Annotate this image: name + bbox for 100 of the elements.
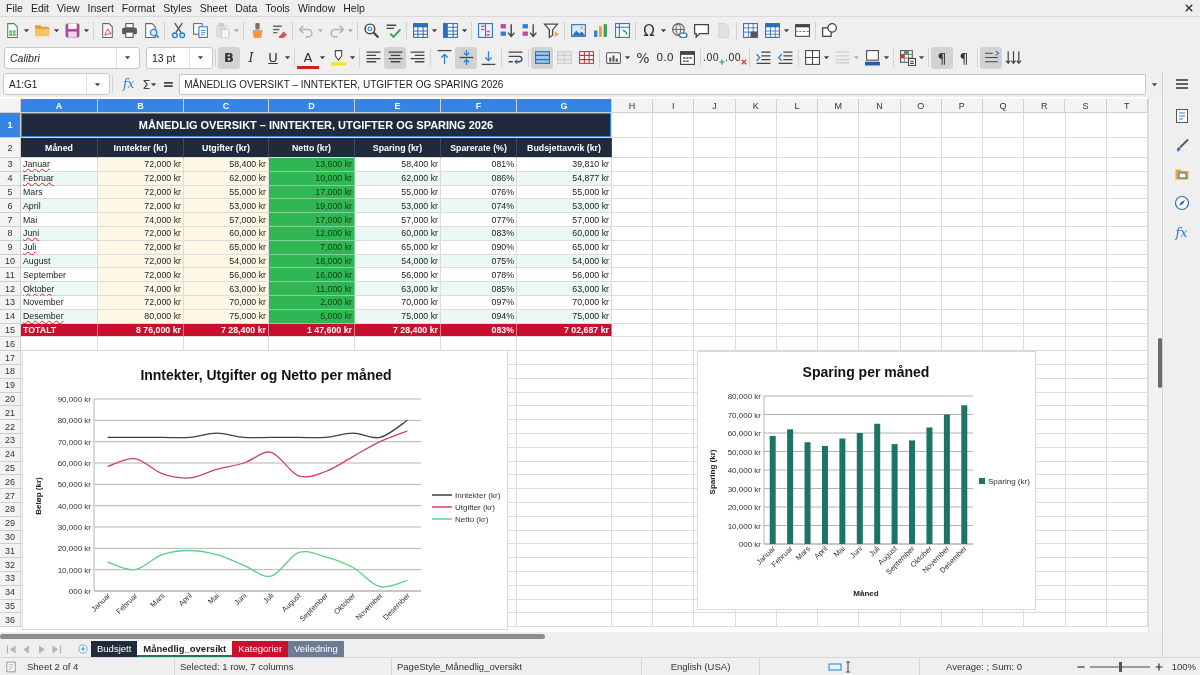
formula-button[interactable]: = [162, 76, 175, 92]
menu-item[interactable]: Styles [159, 1, 196, 15]
font-size-field[interactable]: 13 pt [146, 46, 213, 69]
merge-cells-icon[interactable] [531, 46, 553, 69]
delete-decimal-button[interactable]: .00 [725, 46, 747, 69]
scrollbar-thumb[interactable] [1158, 338, 1162, 388]
column-header[interactable]: H [612, 99, 654, 113]
text-cursor-icon[interactable] [845, 660, 851, 673]
menu-item[interactable]: Help [339, 1, 369, 15]
dropdown-caret-icon[interactable] [783, 27, 790, 34]
decimal-format-button[interactable]: 0.0 [654, 46, 676, 69]
column-header[interactable]: A [21, 99, 98, 113]
column-header[interactable]: S [1065, 99, 1107, 113]
column-header[interactable]: O [900, 99, 942, 113]
row-header[interactable]: 31 [0, 544, 21, 559]
menu-item[interactable]: Sheet [195, 1, 232, 15]
column-header[interactable]: D [269, 99, 355, 113]
functions-button[interactable]: fx [1170, 221, 1193, 243]
menu-item[interactable]: Window [293, 1, 340, 15]
left-to-right-button[interactable]: ¶ [931, 46, 953, 69]
column-header[interactable]: R [1024, 99, 1066, 113]
dropdown-caret-icon[interactable] [918, 54, 925, 61]
zoom-in-icon[interactable] [1154, 662, 1163, 671]
dropdown-caret-icon[interactable] [94, 80, 101, 88]
column-header[interactable]: P [941, 99, 983, 113]
row-header[interactable]: 11 [0, 268, 21, 283]
selection-mode-icon[interactable] [828, 661, 842, 672]
horizontal-scrollbar[interactable] [0, 634, 545, 639]
row-header[interactable]: 22 [0, 420, 21, 434]
column-header[interactable]: M [818, 99, 860, 113]
menu-item[interactable]: File [2, 1, 27, 15]
menu-item[interactable]: Format [117, 1, 160, 15]
underline-button[interactable]: U [262, 46, 284, 69]
align-center-icon[interactable] [384, 46, 406, 69]
dropdown-caret-icon[interactable] [150, 80, 158, 88]
language[interactable]: English (USA) [670, 661, 731, 672]
dropdown-caret-icon[interactable] [197, 54, 204, 61]
menu-item[interactable]: Tools [261, 1, 294, 15]
special-character-button[interactable]: Ω [638, 19, 660, 42]
column-header[interactable]: C [184, 99, 269, 113]
percent-button[interactable]: % [632, 46, 654, 69]
row-header[interactable]: 1 [0, 113, 21, 138]
sheet-tab[interactable]: Kategorier [232, 641, 289, 657]
menu-item[interactable]: View [53, 1, 84, 15]
row-header[interactable]: 12 [0, 282, 21, 296]
row-header[interactable]: 26 [0, 475, 21, 490]
column-header[interactable]: L [776, 99, 819, 113]
dropdown-caret-icon[interactable] [124, 54, 131, 61]
italic-button[interactable]: I [240, 46, 262, 69]
name-box[interactable]: A1:G1 [3, 73, 110, 95]
sheet-tab[interactable]: Budsjett [91, 641, 138, 657]
dropdown-caret-icon[interactable] [83, 27, 90, 34]
sheet-tab[interactable]: Veiledning [288, 641, 344, 657]
column-header[interactable]: B [98, 99, 184, 113]
column-header[interactable]: E [355, 99, 441, 113]
font-color-button[interactable]: A [297, 46, 319, 69]
function-wizard-button[interactable]: fx [121, 77, 137, 91]
column-header[interactable]: K [735, 99, 777, 113]
column-header[interactable]: N [859, 99, 901, 113]
row-header[interactable]: 6 [0, 199, 21, 214]
row-header[interactable]: 36 [0, 613, 21, 628]
column-header[interactable]: F [441, 99, 517, 113]
row-header[interactable]: 16 [0, 337, 21, 352]
row-header[interactable]: 32 [0, 558, 21, 572]
add-sheet-icon[interactable] [78, 644, 88, 654]
close-icon[interactable] [1185, 4, 1193, 12]
column-header[interactable]: G [517, 99, 612, 113]
row-header[interactable]: 2 [0, 138, 21, 158]
row-header[interactable]: 27 [0, 489, 21, 503]
column-header[interactable]: I [653, 99, 695, 113]
dropdown-caret-icon[interactable] [823, 54, 830, 61]
font-name-field[interactable]: Calibri [4, 46, 140, 69]
row-header[interactable]: 21 [0, 406, 21, 421]
right-to-left-button[interactable]: ¶ [953, 46, 975, 69]
dropdown-caret-icon[interactable] [23, 27, 30, 34]
bold-button[interactable]: B [218, 46, 240, 69]
dropdown-caret-icon[interactable] [284, 54, 291, 61]
column-header[interactable]: T [1106, 99, 1148, 113]
dropdown-caret-icon[interactable] [461, 27, 468, 34]
sheet-tab[interactable]: Månedlig_oversikt [137, 641, 233, 657]
column-header[interactable]: J [694, 99, 736, 113]
menu-item[interactable]: Insert [83, 1, 118, 15]
dropdown-caret-icon[interactable] [660, 27, 667, 34]
zoom-level[interactable]: 100% [1171, 661, 1196, 672]
text-direction-icon[interactable] [980, 46, 1002, 69]
align-middle-icon[interactable] [455, 46, 477, 69]
row-header[interactable]: 17 [0, 351, 21, 365]
menu-item[interactable]: Edit [26, 1, 53, 15]
dropdown-caret-icon[interactable] [53, 27, 60, 34]
row-header[interactable]: 7 [0, 213, 21, 227]
expand-caret-icon[interactable] [1151, 80, 1158, 88]
column-header[interactable]: Q [982, 99, 1025, 113]
row-header[interactable]: 3 [0, 158, 21, 172]
menu-item[interactable]: Data [231, 1, 262, 15]
dropdown-caret-icon[interactable] [431, 27, 438, 34]
add-decimal-button[interactable]: .00 [703, 46, 725, 69]
dropdown-caret-icon[interactable] [883, 54, 890, 61]
formula-input[interactable]: MÅNEDLIG OVERSIKT – INNTEKTER, UTGIFTER OG SPARING 2026 [179, 73, 1146, 95]
dropdown-caret-icon[interactable] [319, 54, 326, 61]
sum-button[interactable]: Σ [142, 76, 151, 92]
